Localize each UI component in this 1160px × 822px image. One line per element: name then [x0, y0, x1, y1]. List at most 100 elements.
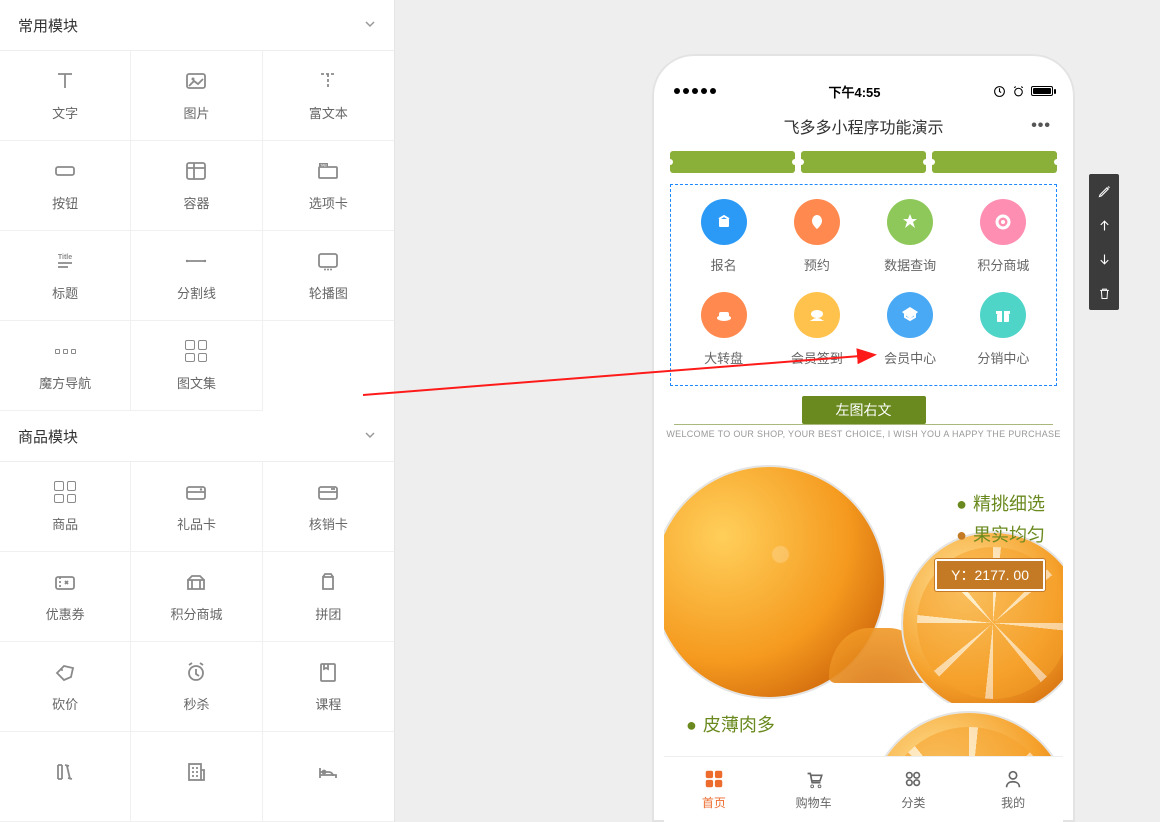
- nav-circle-icon: [980, 199, 1026, 245]
- nav-label: 会员中心: [884, 348, 936, 367]
- tile-label: 魔方导航: [39, 373, 91, 392]
- edit-button[interactable]: [1089, 174, 1119, 208]
- tile-label: 拼团: [315, 604, 341, 623]
- goods-tile-8[interactable]: 课程: [263, 642, 394, 732]
- nav-item-3[interactable]: 积分商城: [957, 199, 1050, 274]
- svg-text:Title: Title: [58, 254, 72, 261]
- course-icon: [314, 660, 342, 684]
- status-time: 下午4:55: [716, 82, 993, 101]
- nav-item-1[interactable]: 预约: [770, 199, 863, 274]
- coupon-item[interactable]: [670, 151, 795, 173]
- goods-tile-0[interactable]: 商品: [0, 462, 131, 552]
- nav-item-0[interactable]: 报名: [677, 199, 770, 274]
- container-icon: [182, 159, 210, 183]
- nav-grid-selected[interactable]: 报名 预约 数据查询 积分商城 大转盘 会员签到 会员中心 分销中心: [670, 184, 1057, 386]
- nav-circle-icon: [794, 199, 840, 245]
- battery-icon: [1031, 86, 1053, 96]
- coupon-item[interactable]: [932, 151, 1057, 173]
- common-tile-2[interactable]: 富文本: [263, 51, 394, 141]
- signal-icon: [674, 88, 716, 94]
- nav-circle-icon: [794, 292, 840, 338]
- tile-label: 图文集: [177, 373, 216, 392]
- tile-label: 课程: [315, 694, 341, 713]
- tile-label: 分割线: [177, 283, 216, 302]
- tile-label: 容器: [183, 193, 209, 212]
- edit-icon: [1097, 184, 1112, 199]
- books-icon: [51, 760, 79, 784]
- nav-label: 大转盘: [704, 348, 743, 367]
- building-icon: [182, 760, 210, 784]
- alarm-icon: [1012, 85, 1025, 98]
- nav-item-4[interactable]: 大转盘: [677, 292, 770, 367]
- goods-tile-2[interactable]: 核销卡: [263, 462, 394, 552]
- nav-label: 分销中心: [977, 348, 1029, 367]
- tabs-icon: TAB: [314, 159, 342, 183]
- giftcard-icon: [182, 480, 210, 504]
- delete-button[interactable]: [1089, 276, 1119, 310]
- section-header-goods[interactable]: 商品模块: [0, 411, 394, 461]
- block-toolbar: [1089, 174, 1119, 310]
- lock-orientation-icon: [993, 85, 1006, 98]
- app-title: 飞多多小程序功能演示: [783, 114, 943, 138]
- nav-item-7[interactable]: 分销中心: [957, 292, 1050, 367]
- common-tile-8[interactable]: 轮播图: [263, 231, 394, 321]
- nav-label: 数据查询: [884, 255, 936, 274]
- goods-tile-6[interactable]: 砍价: [0, 642, 131, 732]
- arrow-up-icon: [1097, 218, 1112, 233]
- common-tile-7[interactable]: 分割线: [131, 231, 262, 321]
- goods-tile-1[interactable]: 礼品卡: [131, 462, 262, 552]
- goods-tile-5[interactable]: 拼团: [263, 552, 394, 642]
- arrow-down-icon: [1097, 252, 1112, 267]
- flash-icon: [182, 660, 210, 684]
- coupon-icon: [51, 570, 79, 594]
- common-tile-0[interactable]: 文字: [0, 51, 131, 141]
- group-icon: [314, 570, 342, 594]
- goods-tile-4[interactable]: 积分商城: [131, 552, 262, 642]
- goods-tile-11[interactable]: [263, 732, 394, 822]
- goods-tile-10[interactable]: [131, 732, 262, 822]
- section-header-common[interactable]: 常用模块: [0, 0, 394, 50]
- nav-item-6[interactable]: 会员中心: [864, 292, 957, 367]
- tab-2[interactable]: 分类: [864, 757, 964, 822]
- nav-label: 会员签到: [791, 348, 843, 367]
- common-tile-4[interactable]: 容器: [131, 141, 262, 231]
- text-icon: [51, 69, 79, 93]
- nav-item-2[interactable]: 数据查询: [864, 199, 957, 274]
- move-down-button[interactable]: [1089, 242, 1119, 276]
- bargain-icon: [51, 660, 79, 684]
- carousel-icon: [314, 249, 342, 273]
- tab-1[interactable]: 购物车: [764, 757, 864, 822]
- tab-label: 购物车: [796, 794, 832, 811]
- trash-icon: [1097, 286, 1112, 301]
- tab-label: 我的: [1001, 794, 1025, 811]
- common-tile-3[interactable]: 按钮: [0, 141, 131, 231]
- tab-3[interactable]: 我的: [963, 757, 1063, 822]
- chevron-down-icon: [364, 428, 376, 445]
- nav-item-5[interactable]: 会员签到: [770, 292, 863, 367]
- tile-label: 文字: [52, 103, 78, 122]
- common-tile-10[interactable]: 图文集: [131, 321, 262, 411]
- nav-label: 积分商城: [977, 255, 1029, 274]
- collage-icon: [182, 339, 210, 363]
- product-bullets: ●精挑细选 ●果实均匀: [956, 489, 1045, 550]
- tile-label: 优惠券: [46, 604, 85, 623]
- tile-label: 秒杀: [183, 694, 209, 713]
- nav-circle-icon: [701, 292, 747, 338]
- phone-preview: 下午4:55 飞多多小程序功能演示 ••• 报名 预约 数据查询: [652, 54, 1075, 822]
- common-tile-6[interactable]: Title 标题: [0, 231, 131, 321]
- tile-label: 核销卡: [309, 514, 348, 533]
- tile-label: 轮播图: [309, 283, 348, 302]
- more-icon[interactable]: •••: [1031, 117, 1051, 135]
- image-icon: [182, 69, 210, 93]
- common-tile-1[interactable]: 图片: [131, 51, 262, 141]
- common-tile-9[interactable]: 魔方导航: [0, 321, 131, 411]
- common-tile-5[interactable]: TAB 选项卡: [263, 141, 394, 231]
- goods-tile-3[interactable]: 优惠券: [0, 552, 131, 642]
- move-up-button[interactable]: [1089, 208, 1119, 242]
- tile-label: 商品: [52, 514, 78, 533]
- goods-tile-9[interactable]: [0, 732, 131, 822]
- price-tag: Y：2177. 00: [935, 559, 1045, 591]
- goods-tile-7[interactable]: 秒杀: [131, 642, 262, 732]
- coupon-item[interactable]: [801, 151, 926, 173]
- tab-0[interactable]: 首页: [664, 757, 764, 822]
